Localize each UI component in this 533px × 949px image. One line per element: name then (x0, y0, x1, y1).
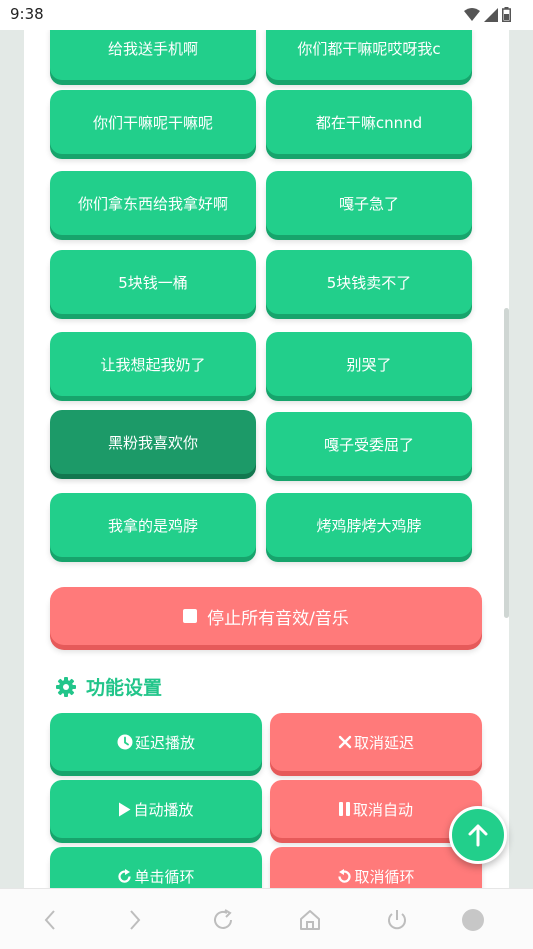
sound-button-label: 给我送手机啊 (107, 39, 198, 58)
sound-button-label: 烤鸡脖烤大鸡脖 (316, 516, 422, 535)
delay-play-button[interactable]: 延迟播放 (50, 713, 262, 771)
sound-button-label: 黑粉我喜欢你 (107, 433, 198, 452)
sound-button-label: 你们都干嘛呢哎呀我c (297, 39, 441, 58)
settings-title: 功能设置 (86, 677, 163, 699)
sound-button-label: 5块钱卖不了 (326, 273, 412, 292)
cancel-delay-label: 取消延迟 (353, 733, 414, 752)
home-button[interactable] (297, 907, 323, 933)
sound-button[interactable]: 嘎子受委屈了 (266, 412, 472, 476)
sound-button-label: 让我想起我奶了 (100, 355, 206, 374)
forward-icon (130, 910, 141, 930)
back-icon (44, 910, 55, 930)
sound-button[interactable]: 给我送手机啊 (50, 30, 256, 80)
stop-all-label: 停止所有音效/音乐 (207, 608, 349, 629)
sound-button[interactable]: 我拿的是鸡脖 (50, 493, 256, 557)
sound-button[interactable]: 5块钱一桶 (50, 250, 256, 314)
click-loop-label: 单击循环 (134, 867, 195, 886)
refresh-button[interactable] (210, 907, 236, 933)
home-icon (300, 910, 320, 930)
scrollbar[interactable] (504, 308, 509, 618)
profile-circle-icon (462, 909, 484, 931)
cancel-loop-label: 取消循环 (354, 867, 415, 886)
cancel-auto-label: 取消自动 (352, 800, 413, 819)
bottom-nav-bar (0, 888, 533, 949)
sound-button-label: 都在干嘛cnnnd (315, 113, 423, 132)
play-icon (119, 802, 131, 816)
pause-icon (338, 802, 350, 816)
sound-button-label: 5块钱一桶 (118, 273, 188, 292)
redo-icon (118, 868, 132, 883)
sound-button-label: 别哭了 (346, 355, 392, 374)
power-button[interactable] (384, 907, 410, 933)
sound-button[interactable]: 你们拿东西给我拿好啊 (50, 171, 256, 235)
cancel-delay-button[interactable]: 取消延迟 (270, 713, 482, 771)
sound-button[interactable]: 你们干嘛呢干嘛呢 (50, 90, 256, 154)
undo-icon (338, 868, 352, 883)
system-icons (464, 7, 511, 22)
scroll-to-top-button[interactable] (449, 806, 507, 864)
forward-button[interactable] (122, 907, 148, 933)
back-button[interactable] (37, 907, 63, 933)
gear-icon (56, 676, 76, 697)
sound-button[interactable]: 5块钱卖不了 (266, 250, 472, 314)
sound-button[interactable]: 你们都干嘛呢哎呀我c (266, 30, 472, 80)
sound-button[interactable]: 都在干嘛cnnnd (266, 90, 472, 154)
click-loop-button[interactable]: 单击循环 (50, 847, 262, 888)
arrow-up-icon (468, 824, 488, 847)
cancel-loop-button[interactable]: 取消循环 (270, 847, 482, 888)
sound-button[interactable]: 让我想起我奶了 (50, 332, 256, 396)
wifi-icon (464, 7, 480, 21)
sound-button[interactable]: 烤鸡脖烤大鸡脖 (266, 493, 472, 557)
sound-button[interactable]: 嘎子急了 (266, 171, 472, 235)
sound-button-label: 你们干嘛呢干嘛呢 (92, 113, 213, 132)
delay-play-label: 延迟播放 (134, 733, 195, 752)
status-time: 9:38 (10, 5, 44, 23)
power-icon (388, 910, 406, 930)
sound-button-label: 我拿的是鸡脖 (107, 516, 198, 535)
sound-button[interactable]: 别哭了 (266, 332, 472, 396)
sound-button-pressed[interactable]: 黑粉我喜欢你 (50, 410, 256, 474)
auto-play-label: 自动播放 (133, 800, 194, 819)
auto-play-button[interactable]: 自动播放 (50, 780, 262, 838)
content-panel[interactable]: 给我送手机啊 你们都干嘛呢哎呀我c 你们干嘛呢干嘛呢 都在干嘛cnnnd 你们拿… (24, 30, 509, 888)
stop-all-button[interactable]: 停止所有音效/音乐 (50, 587, 482, 645)
settings-heading: 功能设置 (56, 673, 162, 700)
sound-button-label: 你们拿东西给我拿好啊 (77, 194, 228, 213)
sound-button-label: 嘎子急了 (338, 194, 399, 213)
stop-square-icon (183, 609, 198, 623)
battery-icon (502, 7, 511, 22)
signal-icon (484, 7, 498, 22)
status-bar: 9:38 (0, 0, 533, 30)
sound-button-label: 嘎子受委屈了 (323, 435, 414, 454)
refresh-icon (214, 909, 232, 929)
close-x-icon (338, 735, 352, 749)
clock-icon (117, 734, 133, 750)
profile-button[interactable] (460, 907, 486, 933)
